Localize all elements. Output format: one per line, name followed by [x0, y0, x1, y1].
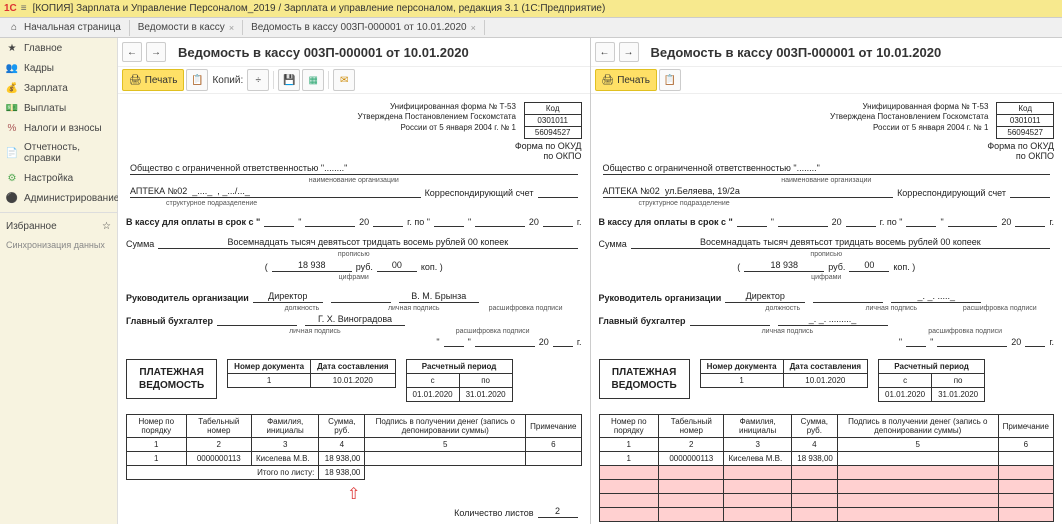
sidebar-item-admin[interactable]: ⚫Администрирование [0, 188, 117, 208]
print-button[interactable]: 🖨Печать [122, 69, 184, 91]
doc-body-left: Код 0301011 56094527 Унифицированная фор… [118, 94, 590, 524]
printer-icon: 🖨 [129, 75, 142, 86]
table-row [599, 480, 1054, 494]
docnum-table: Номер документаДата составления110.01.20… [227, 359, 395, 388]
copy-button[interactable]: 📋 [659, 69, 681, 91]
doc-title: Ведомость в кассу 003П-000001 от 10.01.2… [651, 45, 942, 60]
apteka: АПТЕКА №02 _...._ , _.../..._ [130, 186, 421, 198]
people-icon: 👥 [6, 62, 18, 74]
tab-home[interactable]: ⌂ Начальная страница [0, 20, 130, 36]
titlebar: 1С ≡ [КОПИЯ] Зарплата и Управление Персо… [0, 0, 1062, 18]
mail-button[interactable]: ✉ [333, 69, 355, 91]
copies-label: Копий: [212, 75, 243, 86]
menu-icon[interactable]: ≡ [21, 3, 27, 14]
table-row: 10000000113Киселева М.В.18 938,00 [127, 452, 582, 466]
payhead: ПЛАТЕЖНАЯВЕДОМОСТЬ [126, 359, 217, 399]
star-icon: ★ [6, 42, 18, 54]
sidebar: ★Главное 👥Кадры 💰Зарплата 💵Выплаты %Нало… [0, 38, 118, 524]
toolbar: 🖨Печать 📋 Копий: ÷ 💾 ▦ ✉ [118, 67, 590, 94]
report-icon: 📄 [6, 147, 18, 159]
tab-vedomosti[interactable]: Ведомости в кассу × [130, 20, 243, 35]
excel-button[interactable]: ▦ [302, 69, 324, 91]
gear-icon: ⚙ [6, 172, 18, 184]
sidebar-item-nalogi[interactable]: %Налоги и взносы [0, 118, 117, 138]
sidebar-favorites[interactable]: Избранное☆ [0, 217, 117, 236]
right-pane: ← → Ведомость в кассу 003П-000001 от 10.… [591, 38, 1062, 524]
table-row [599, 508, 1054, 522]
sidebar-item-zarplata[interactable]: 💰Зарплата [0, 78, 117, 98]
admin-icon: ⚫ [6, 192, 18, 204]
percent-icon: % [6, 122, 18, 134]
copies-stepper[interactable]: ÷ [247, 69, 269, 91]
app-logo: 1С [4, 3, 17, 14]
sidebar-item-kadry[interactable]: 👥Кадры [0, 58, 117, 78]
period-table: Расчетный периодспо01.01.202031.01.2020 [406, 359, 513, 402]
money-icon: 💰 [6, 82, 18, 94]
back-button[interactable]: ← [595, 42, 615, 62]
print-button[interactable]: 🖨Печать [595, 69, 657, 91]
tabbar: ⌂ Начальная страница Ведомости в кассу ×… [0, 18, 1062, 38]
forward-button[interactable]: → [146, 42, 166, 62]
close-icon[interactable]: × [471, 23, 476, 33]
window-title: [КОПИЯ] Зарплата и Управление Персоналом… [33, 3, 606, 14]
org-name: Общество с ограниченной ответственностью… [130, 163, 578, 175]
table-row [599, 494, 1054, 508]
doc-body-right: Код030101156094527 Унифицированная форма… [591, 94, 1062, 524]
sidebar-item-vyplaty[interactable]: 💵Выплаты [0, 98, 117, 118]
forward-button[interactable]: → [619, 42, 639, 62]
back-button[interactable]: ← [122, 42, 142, 62]
table-row [599, 466, 1054, 480]
cash-icon: 💵 [6, 102, 18, 114]
tab-vedomost-doc[interactable]: Ведомость в кассу 003П-000001 от 10.01.2… [243, 20, 485, 35]
arrow-up-icon: ⇧ [126, 484, 582, 504]
save-icon-button[interactable]: 💾 [278, 69, 300, 91]
kod-table: Код 0301011 56094527 [524, 102, 582, 139]
sidebar-item-nastroyka[interactable]: ⚙Настройка [0, 168, 117, 188]
close-icon[interactable]: × [229, 23, 234, 33]
home-icon: ⌂ [8, 22, 20, 34]
left-pane: ← → Ведомость в кассу 003П-000001 от 10.… [118, 38, 591, 524]
sidebar-item-otchet[interactable]: 📄Отчетность, справки [0, 138, 117, 168]
sidebar-sync[interactable]: Синхронизация данных [0, 236, 117, 254]
doc-title: Ведомость в кассу 003П-000001 от 10.01.2… [178, 45, 469, 60]
payroll-table-right: Номер по порядкуТабельный номерФамилия, … [599, 414, 1055, 522]
summa-words: Восемнадцать тысяч девятьсот тридцать во… [158, 237, 577, 249]
form-norm: Унифицированная форма № Т-53Утверждена П… [126, 102, 582, 133]
table-row: 10000000113Киселева М.В.18 938,00 [599, 452, 1054, 466]
payroll-table: Номер по порядкуТабельный номерФамилия, … [126, 414, 582, 480]
printer-icon: 🖨 [602, 75, 615, 86]
save-button[interactable]: 📋 [186, 69, 208, 91]
sidebar-item-main[interactable]: ★Главное [0, 38, 117, 58]
star-outline-icon: ☆ [102, 221, 111, 232]
